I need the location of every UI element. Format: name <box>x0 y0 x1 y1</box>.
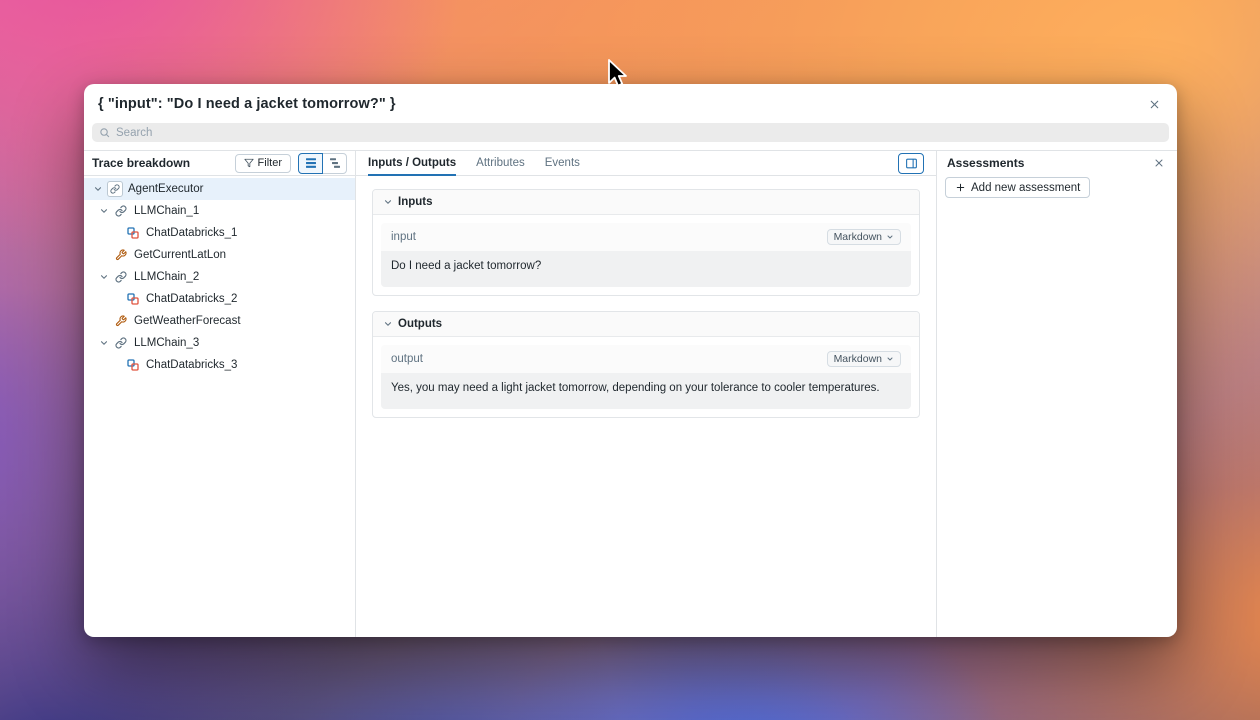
timeline-view-icon <box>329 157 341 169</box>
output-field-value: Yes, you may need a light jacket tomorro… <box>381 373 911 409</box>
input-field-label: input <box>391 231 416 243</box>
chevron-down-icon[interactable] <box>90 184 106 194</box>
model-icon <box>124 359 142 371</box>
tree-item-label: ChatDatabricks_1 <box>146 227 238 239</box>
tree-item-getcurrentlatlon[interactable]: GetCurrentLatLon <box>84 244 355 266</box>
chain-icon <box>112 205 130 217</box>
tab-events[interactable]: Events <box>545 151 580 175</box>
span-detail-panel: Inputs / Outputs Attributes Events Input… <box>356 151 937 637</box>
output-field-label: output <box>391 353 423 365</box>
tab-label: Events <box>544 157 580 169</box>
search-placeholder: Search <box>116 126 153 139</box>
chevron-down-icon[interactable] <box>96 338 112 348</box>
inputs-section: Inputs input Markdown Do I need a jacket… <box>372 189 920 296</box>
tree-item-label: GetCurrentLatLon <box>134 249 227 261</box>
chevron-down-icon <box>886 355 894 363</box>
input-field-value: Do I need a jacket tomorrow? <box>381 251 911 287</box>
modal-close-button[interactable] <box>1146 96 1163 113</box>
input-field-header: input Markdown <box>381 223 911 251</box>
chevron-down-icon[interactable] <box>96 272 112 282</box>
tree-item-label: ChatDatabricks_2 <box>146 293 238 305</box>
chain-icon <box>112 271 130 283</box>
tree-item-agentexecutor[interactable]: AgentExecutor <box>84 178 355 200</box>
tree-item-llmchain-3[interactable]: LLMChain_3 <box>84 332 355 354</box>
chevron-down-icon <box>383 319 393 329</box>
tree-item-label: LLMChain_3 <box>134 337 200 349</box>
format-select-value: Markdown <box>833 231 882 243</box>
model-icon <box>124 293 142 305</box>
tree-item-chatdatabricks-1[interactable]: ChatDatabricks_1 <box>84 222 355 244</box>
tab-label: Attributes <box>476 157 525 169</box>
view-mode-segmented-control <box>298 152 347 174</box>
trace-modal-window: { "input": "Do I need a jacket tomorrow?… <box>84 84 1177 637</box>
output-format-select[interactable]: Markdown <box>826 351 901 367</box>
filter-funnel-icon <box>243 158 254 168</box>
assessments-title: Assessments <box>947 156 1025 170</box>
modal-titlebar: { "input": "Do I need a jacket tomorrow?… <box>84 84 1177 113</box>
add-new-assessment-label: Add new assessment <box>971 181 1081 194</box>
tab-label: Inputs / Outputs <box>368 157 457 169</box>
trace-breakdown-title: Trace breakdown <box>92 156 191 170</box>
chain-icon <box>106 181 124 197</box>
tree-item-label: AgentExecutor <box>128 183 204 195</box>
tree-item-label: GetWeatherForecast <box>134 315 241 327</box>
add-new-assessment-button[interactable]: Add new assessment <box>945 177 1091 198</box>
tree-item-getweatherforecast[interactable]: GetWeatherForecast <box>84 310 355 332</box>
tab-inputs-outputs[interactable]: Inputs / Outputs <box>368 151 457 176</box>
assessments-header: Assessments <box>937 151 1177 175</box>
timeline-view-button[interactable] <box>322 152 347 174</box>
tree-item-label: ChatDatabricks_3 <box>146 359 238 371</box>
inputs-section-header[interactable]: Inputs <box>373 190 919 215</box>
tree-item-chatdatabricks-2[interactable]: ChatDatabricks_2 <box>84 288 355 310</box>
chevron-down-icon <box>383 197 393 207</box>
filter-button[interactable]: Filter <box>234 153 291 173</box>
span-list-view-button[interactable] <box>298 152 323 174</box>
model-icon <box>124 227 142 239</box>
search-input[interactable]: Search <box>92 123 1169 142</box>
tree-item-llmchain-1[interactable]: LLMChain_1 <box>84 200 355 222</box>
close-icon <box>1153 157 1165 169</box>
search-area: Search <box>84 113 1177 150</box>
tree-item-label: LLMChain_1 <box>134 205 200 217</box>
inputs-section-title: Inputs <box>398 196 433 208</box>
tab-attributes[interactable]: Attributes <box>476 151 525 175</box>
search-icon <box>99 127 110 138</box>
chevron-down-icon <box>886 233 894 241</box>
plus-icon <box>955 182 966 193</box>
filter-button-label: Filter <box>257 157 282 169</box>
side-panel-icon <box>905 157 918 170</box>
input-format-select[interactable]: Markdown <box>826 229 901 245</box>
tree-item-llmchain-2[interactable]: LLMChain_2 <box>84 266 355 288</box>
span-tree: AgentExecutor LLMChain_1 ChatDatabricks_… <box>84 176 355 376</box>
assessments-panel-toggle-button[interactable] <box>898 152 924 174</box>
assessments-panel: Assessments Add new assessment <box>937 151 1177 637</box>
input-field: input Markdown Do I need a jacket tomorr… <box>381 223 911 287</box>
assessments-close-button[interactable] <box>1151 155 1167 171</box>
tool-wrench-icon <box>112 315 130 327</box>
modal-body: Trace breakdown Filter AgentExecutor LLM… <box>84 150 1177 637</box>
modal-title: { "input": "Do I need a jacket tomorrow?… <box>98 96 396 112</box>
tree-item-label: LLMChain_2 <box>134 271 200 283</box>
trace-breakdown-header: Trace breakdown Filter <box>84 151 355 176</box>
desktop: { "window": { "title": "{ \"input\": \"D… <box>0 0 1260 720</box>
chevron-down-icon[interactable] <box>96 206 112 216</box>
outputs-section: Outputs output Markdown Yes, you may nee… <box>372 311 920 418</box>
chain-icon <box>112 337 130 349</box>
detail-tabs-bar: Inputs / Outputs Attributes Events <box>356 151 936 176</box>
output-field-header: output Markdown <box>381 345 911 373</box>
output-field: output Markdown Yes, you may need a ligh… <box>381 345 911 409</box>
outputs-section-title: Outputs <box>398 318 443 330</box>
tool-wrench-icon <box>112 249 130 261</box>
format-select-value: Markdown <box>833 353 882 365</box>
outputs-section-header[interactable]: Outputs <box>373 312 919 337</box>
detail-content: Inputs input Markdown Do I need a jacket… <box>356 176 936 637</box>
trace-breakdown-panel: Trace breakdown Filter AgentExecutor LLM… <box>84 151 356 637</box>
close-icon <box>1148 98 1161 111</box>
list-view-icon <box>305 157 317 169</box>
tree-item-chatdatabricks-3[interactable]: ChatDatabricks_3 <box>84 354 355 376</box>
